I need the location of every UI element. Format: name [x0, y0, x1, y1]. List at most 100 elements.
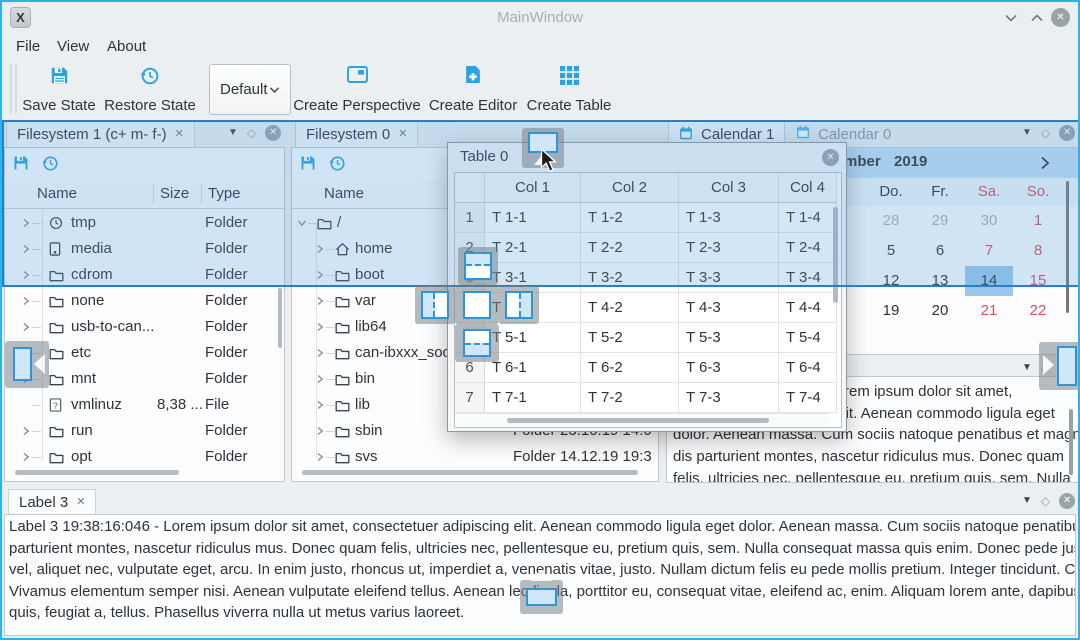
tab-label3-label: Label 3 [19, 494, 68, 511]
window-close-button[interactable]: ✕ [1051, 8, 1070, 27]
tree-row[interactable]: optFolder [5, 444, 281, 470]
folder-icon [49, 418, 64, 444]
drop-indicator-right[interactable] [499, 286, 539, 324]
table-cell[interactable]: T 4-4 [779, 293, 837, 323]
tree-item-name: sbin [355, 418, 383, 444]
chevron-down-icon [269, 81, 280, 98]
tree-branch-line [32, 301, 41, 302]
table-cell[interactable]: T 5-3 [679, 323, 779, 353]
tree-branch-line [326, 327, 335, 328]
folder-icon [49, 444, 64, 470]
tree-item-modified: 14.12.19 19:3 [560, 444, 652, 470]
table-cell[interactable]: T 6-3 [679, 353, 779, 383]
horizontal-scrollbar[interactable] [302, 470, 638, 475]
vertical-scrollbar[interactable] [1069, 409, 1073, 475]
drop-indicator-center[interactable] [455, 286, 499, 324]
tree-item-name: none [71, 288, 104, 314]
table-cell[interactable]: T 4-2 [581, 293, 679, 323]
perspective-dropdown-value: Default [220, 81, 268, 98]
menu-about[interactable]: About [107, 38, 146, 55]
table-cell[interactable]: T 6-1 [485, 353, 581, 383]
folder-icon [335, 314, 350, 340]
drop-indicator-left-edge[interactable] [5, 341, 49, 388]
save-state-button[interactable]: Save State [16, 66, 102, 114]
tree-item-name: lib64 [355, 314, 387, 340]
restore-window-icon[interactable] [1028, 11, 1046, 29]
create-perspective-button[interactable]: Create Perspective [296, 66, 418, 114]
tree-row[interactable]: usb-to-can...Folder [5, 314, 281, 340]
calendar-date[interactable]: 22 [1014, 296, 1062, 326]
table-cell[interactable]: T 7-1 [485, 383, 581, 413]
tree-row[interactable]: noneFolder [5, 288, 281, 314]
tree-branch-line [326, 301, 335, 302]
tabs-menu-icon[interactable]: ▼ [1022, 363, 1032, 373]
table-cell[interactable]: T 7-2 [581, 383, 679, 413]
table-cell[interactable]: T 5-4 [779, 323, 837, 353]
tree-branch-line [326, 405, 335, 406]
horizontal-scrollbar[interactable] [507, 418, 769, 423]
calendar-date[interactable]: 20 [916, 296, 964, 326]
vertical-scrollbar[interactable] [278, 288, 282, 348]
drop-indicator-bottom[interactable] [455, 324, 499, 362]
restore-state-label: Restore State [104, 97, 196, 114]
folder-icon [49, 288, 64, 314]
shade-icon[interactable] [1002, 11, 1020, 29]
window-title: MainWindow [2, 9, 1078, 26]
mouse-cursor [540, 148, 562, 178]
drop-indicator-right-edge[interactable] [1039, 342, 1080, 390]
tree-branch-line [32, 457, 41, 458]
restore-state-button[interactable]: Restore State [102, 66, 198, 114]
table-grid-icon [560, 66, 579, 89]
perspective-icon [347, 66, 368, 87]
tree-item-name: var [355, 288, 376, 314]
tree-branch-line [326, 353, 335, 354]
create-table-label: Create Table [527, 97, 612, 114]
perspective-dropdown[interactable]: Default [209, 64, 291, 115]
table-cell[interactable]: T 7-3 [679, 383, 779, 413]
drop-indicator-top[interactable] [458, 247, 498, 285]
table-row: 5T 5-1T 5-2T 5-3T 5-4 [455, 323, 841, 353]
table-cell[interactable]: T 6-2 [581, 353, 679, 383]
dock-close-button[interactable]: ✕ [1059, 493, 1075, 509]
tree-branch-line [326, 457, 335, 458]
save-icon [50, 66, 69, 89]
folder-icon [335, 340, 350, 366]
menu-view[interactable]: View [57, 38, 89, 55]
tree-item-type: Folder [513, 444, 556, 470]
tab-close-icon[interactable]: ✕ [76, 497, 85, 508]
tree-item-type: Folder [205, 340, 248, 366]
float-dock-icon[interactable]: ◇ [1041, 495, 1050, 507]
menu-file[interactable]: File [16, 38, 40, 55]
folder-icon [335, 444, 350, 470]
tree-branch-line [32, 405, 41, 406]
calendar-date[interactable]: 21 [965, 296, 1013, 326]
tree-item-name: etc [71, 340, 91, 366]
table-cell[interactable]: T 4-3 [679, 293, 779, 323]
tree-item-name: bin [355, 366, 375, 392]
tree-item-size: 8,38 ... [157, 392, 203, 418]
table-row-number[interactable]: 7 [455, 383, 485, 413]
tabs-menu-icon[interactable]: ▼ [1022, 496, 1032, 506]
label-text-line: dis parturient montes, nascetur ridiculu… [673, 446, 1080, 468]
new-file-icon [465, 65, 481, 88]
tree-item-name: svs [355, 444, 378, 470]
tree-row[interactable]: svs Folder14.12.19 19:3 [292, 444, 658, 470]
tree-row[interactable]: runFolder [5, 418, 281, 444]
svg-text:?: ? [53, 400, 58, 410]
tab-label3[interactable]: Label 3 ✕ [8, 489, 96, 515]
table-cell[interactable]: T 6-4 [779, 353, 837, 383]
tree-row[interactable]: ?vmlinuz8,38 ...File [5, 392, 281, 418]
drop-indicator-left[interactable] [415, 286, 455, 324]
create-editor-button[interactable]: Create Editor [430, 65, 516, 114]
table-cell[interactable]: T 5-1 [485, 323, 581, 353]
folder-icon [335, 392, 350, 418]
drop-indicator-bottom-edge[interactable] [520, 580, 563, 614]
tree-branch-line [326, 379, 335, 380]
calendar-date[interactable]: 19 [867, 296, 915, 326]
table-cell[interactable]: T 7-4 [779, 383, 837, 413]
horizontal-scrollbar[interactable] [15, 470, 179, 475]
folder-icon [49, 366, 64, 392]
folder-icon [49, 340, 64, 366]
create-table-button[interactable]: Create Table [528, 66, 610, 114]
table-cell[interactable]: T 5-2 [581, 323, 679, 353]
